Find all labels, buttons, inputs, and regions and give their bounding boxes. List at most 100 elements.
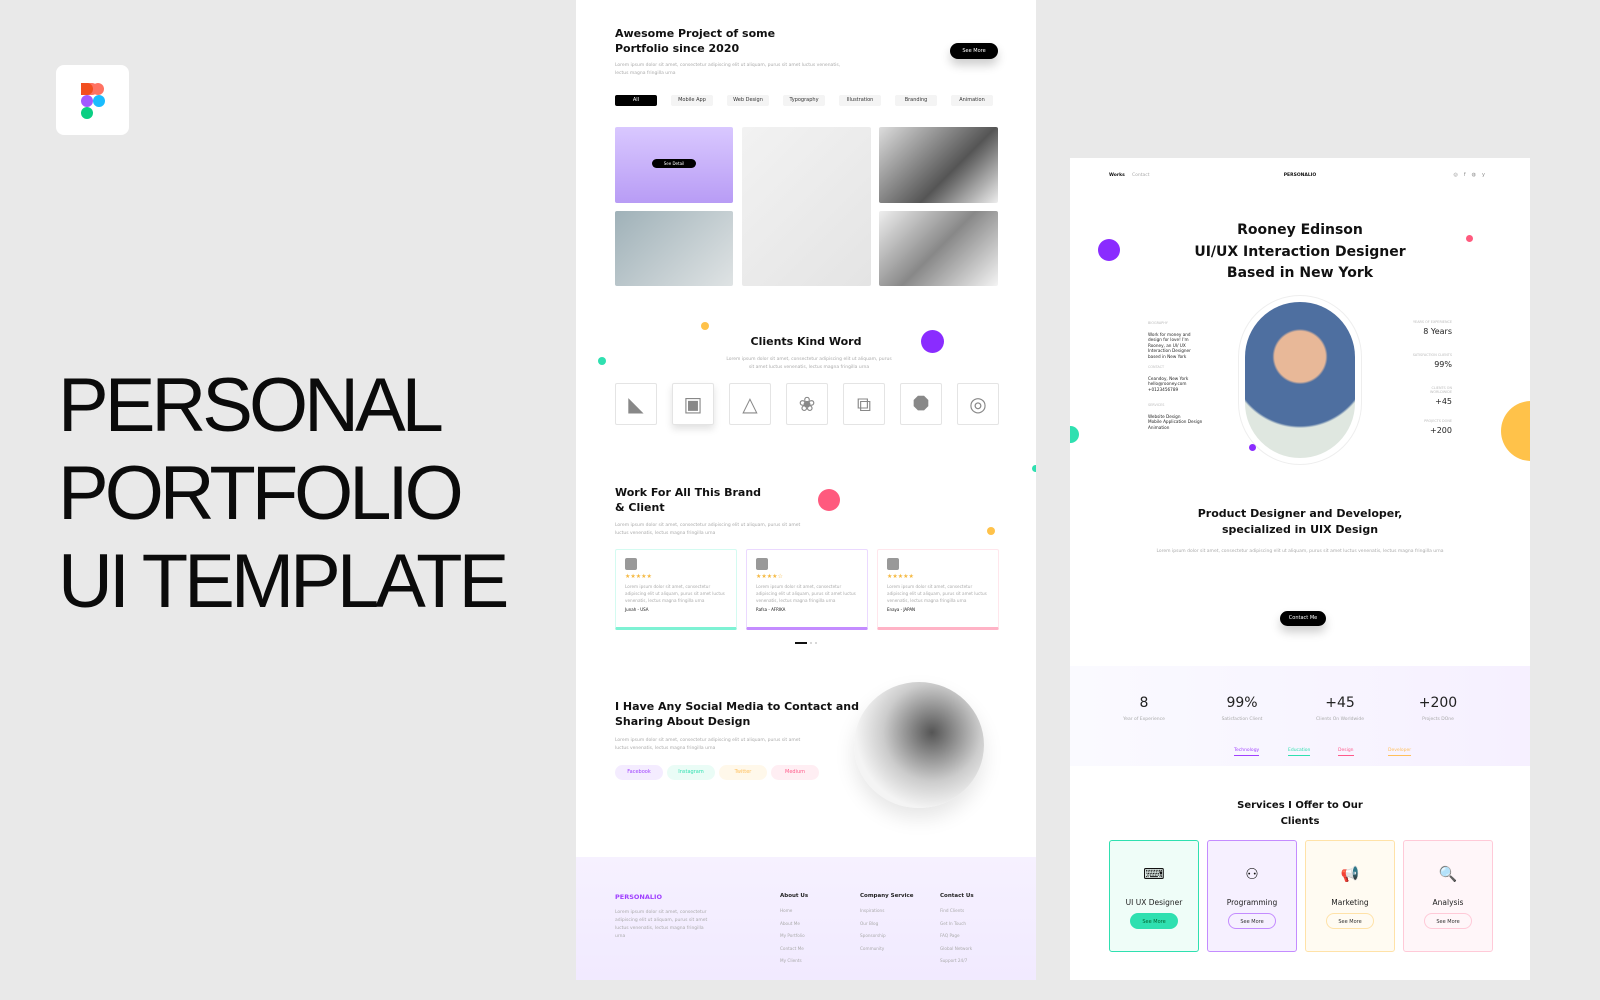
service-card[interactable]: ⚇ Programming See More <box>1207 840 1297 952</box>
decor-dot <box>1032 465 1036 472</box>
dribbble-icon[interactable]: ◍ <box>1472 172 1482 178</box>
footer-link[interactable]: Sponsorship <box>860 933 913 938</box>
testimonial-card: ★★★★☆ Lorem ipsum dolor sit amet, consect… <box>746 549 868 630</box>
project-image-stationery[interactable] <box>615 211 733 286</box>
footer-link[interactable]: FAQ Page <box>940 933 974 938</box>
skill-tag[interactable]: Education <box>1288 748 1311 756</box>
instagram-icon[interactable]: ◎ <box>1454 172 1464 178</box>
project-image-desk[interactable] <box>742 127 871 286</box>
side-stat-label: YEARS OF EXPERIENCE <box>1412 320 1452 324</box>
clients-title: Clients Kind Word <box>750 335 862 348</box>
avatar <box>756 558 768 570</box>
laptop-photo <box>854 682 984 808</box>
side-stat-value: 8 Years <box>1423 327 1452 336</box>
footer-link[interactable]: About Me <box>780 921 808 926</box>
footer-link[interactable]: Support 24/7 <box>940 958 974 963</box>
service-card[interactable]: 📢 Marketing See More <box>1305 840 1395 952</box>
stat-value: 99% <box>1226 695 1258 711</box>
skill-tag[interactable]: Technology <box>1234 748 1260 756</box>
filter-tab[interactable]: Typography <box>783 95 825 106</box>
side-stat: SATISFACTION CLIENTS 99% <box>1412 353 1452 369</box>
side-stat: PROJECTS DONE +200 <box>1412 419 1452 435</box>
footer-brand[interactable]: PERSONALIO <box>615 893 662 901</box>
stat-value: +200 <box>1418 695 1458 711</box>
filter-tab[interactable]: Branding <box>895 95 937 106</box>
stat-value: +45 <box>1325 695 1355 711</box>
promo-title: PERSONAL PORTFOLIO UI TEMPLATE <box>58 362 509 626</box>
star-rating: ★★★★★ <box>625 573 652 580</box>
service-name: UI UX Designer <box>1125 898 1183 907</box>
side-stat-label: CLIENTS ON WORLDWIDE <box>1430 386 1452 394</box>
footer-link[interactable]: Our Blog <box>860 921 913 926</box>
client-logo-target: ◎ <box>957 383 999 425</box>
facebook-icon[interactable]: f <box>1464 172 1472 178</box>
footer-link[interactable]: My Clients <box>780 958 808 963</box>
testimonial-author: Enaya - JAPAN <box>887 607 916 612</box>
portrait-photo <box>1245 302 1355 458</box>
footer-column: About Us Home About Me My Portfolio Contact … <box>780 893 808 971</box>
project-image-boxed-water[interactable]: See Detail <box>615 127 733 203</box>
footer-link[interactable]: Inspirations <box>860 908 913 913</box>
see-more-button[interactable]: See More <box>950 43 998 59</box>
side-stat: YEARS OF EXPERIENCE 8 Years <box>1412 320 1452 336</box>
hero-heading: Rooney Edinson UI/UX Interaction Designer… <box>1194 222 1406 281</box>
social-link-instagram[interactable]: Instagram <box>667 765 715 780</box>
project-image-keyboard[interactable] <box>879 127 998 203</box>
footer-column-title: Company Service <box>860 893 914 899</box>
service-card[interactable]: 🔍 Analysis See More <box>1403 840 1493 952</box>
binary-code-icon: ⌨ <box>1143 865 1165 883</box>
social-description: Lorem ipsum dolor sit amet, consectetur … <box>615 738 801 751</box>
see-more-button[interactable]: See More <box>1326 913 1374 929</box>
footer-link[interactable]: Community <box>860 946 913 951</box>
personal-site-preview: Works Contact PERSONALIO ◎f◍y Rooney Edi… <box>1070 158 1530 980</box>
testimonial-card: ★★★★★ Lorem ipsum dolor sit amet, consect… <box>877 549 999 630</box>
title-line: PORTFOLIO <box>58 451 464 536</box>
twitter-icon[interactable]: y <box>1482 172 1491 178</box>
see-more-button[interactable]: See More <box>1424 913 1472 929</box>
title-line: UI TEMPLATE <box>58 539 509 624</box>
testimonial-text: Lorem ipsum dolor sit amet, consectetur … <box>887 584 987 603</box>
project-image-workspace[interactable] <box>879 211 998 286</box>
footer-link[interactable]: Home <box>780 908 808 913</box>
footer-link[interactable]: My Portfolio <box>780 933 808 938</box>
filter-tab[interactable]: All <box>615 95 657 106</box>
contact-me-button[interactable]: Contact Me <box>1280 611 1326 626</box>
see-more-button[interactable]: See More <box>1130 913 1178 929</box>
footer-link[interactable]: Global Network <box>940 946 974 951</box>
social-link-twitter[interactable]: Twitter <box>719 765 767 780</box>
service-card[interactable]: ⌨ UI UX Designer See More <box>1109 840 1199 952</box>
star-rating: ★★★★★ <box>887 573 914 580</box>
social-link-facebook[interactable]: Facebook <box>615 765 663 780</box>
filter-tab[interactable]: Animation <box>951 95 993 106</box>
social-icons[interactable]: ◎f◍y <box>1454 172 1491 178</box>
social-link-medium[interactable]: Medium <box>771 765 819 780</box>
side-stat-label: PROJECTS DONE <box>1424 419 1452 423</box>
stat: +200 Projects DOne <box>1393 695 1483 722</box>
title-line: PERSONAL <box>58 363 444 448</box>
carousel-dot-active[interactable] <box>795 642 807 644</box>
side-stat-value: +200 <box>1430 426 1452 435</box>
services-heading: Services I Offer to Our Clients <box>1237 800 1363 827</box>
footer-column-title: About Us <box>780 893 809 899</box>
decor-dot <box>701 322 709 330</box>
footer-column: Company Service Inspirations Our Blog Spons… <box>860 893 913 958</box>
client-logo-triangle: △ <box>729 383 771 425</box>
footer-column-title: Contact Us <box>940 893 974 899</box>
stat-value: 8 <box>1139 695 1149 711</box>
footer-link[interactable]: Get In Touch <box>940 921 974 926</box>
carousel-dot[interactable] <box>810 642 812 644</box>
filter-tab[interactable]: Mobile App <box>671 95 713 106</box>
filter-tab[interactable]: Illustration <box>839 95 881 106</box>
footer-link[interactable]: Find Clients <box>940 908 974 913</box>
skill-tag[interactable]: Developer <box>1388 748 1412 756</box>
about-heading: Product Designer and Developer, specializ… <box>1197 507 1403 536</box>
carousel-dot[interactable] <box>815 642 817 644</box>
footer-link[interactable]: Contact Me <box>780 946 808 951</box>
skill-tag[interactable]: Design <box>1338 748 1354 756</box>
see-more-button[interactable]: See More <box>1228 913 1276 929</box>
stat-label: Satisfaction Client <box>1221 717 1263 722</box>
portfolio-page-preview: Awesome Project of some Portfolio since 2… <box>576 0 1036 980</box>
see-detail-button[interactable]: See Detail <box>652 159 696 168</box>
filter-tab[interactable]: Web Design <box>727 95 769 106</box>
testimonial-author: Junah - USA <box>625 607 649 612</box>
